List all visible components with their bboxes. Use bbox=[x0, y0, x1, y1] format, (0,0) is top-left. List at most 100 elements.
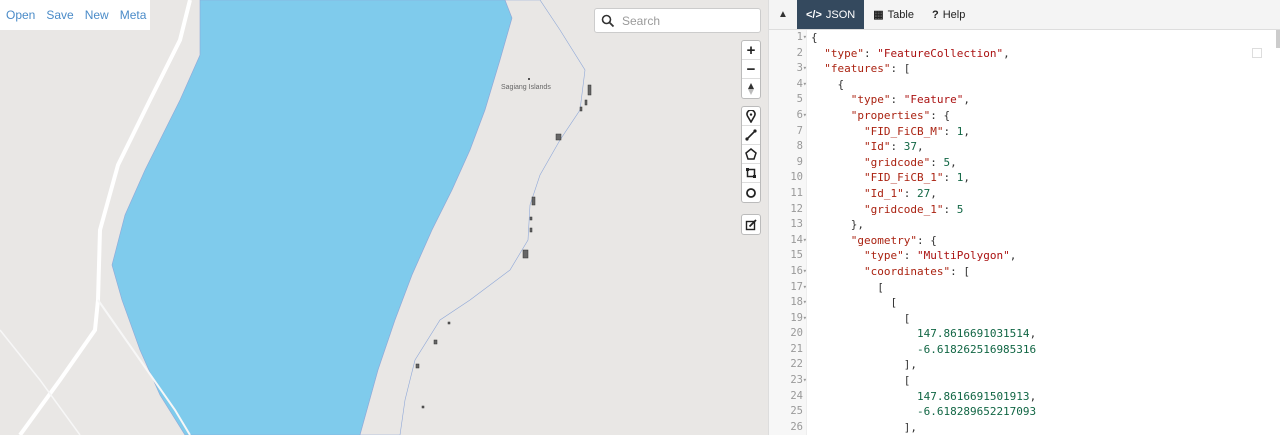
zoom-out-button[interactable]: − bbox=[742, 60, 760, 79]
fold-arrow-icon[interactable]: ▾ bbox=[803, 77, 807, 93]
line-number: 17 ▾ bbox=[769, 280, 807, 296]
plus-icon: + bbox=[746, 41, 756, 59]
code-line[interactable]: "type": "FeatureCollection", bbox=[811, 46, 1280, 62]
code-line[interactable]: [ bbox=[811, 373, 1280, 389]
line-number: 23 ▾ bbox=[769, 373, 807, 389]
search-icon bbox=[601, 14, 615, 27]
tab-help[interactable]: ? Help bbox=[923, 0, 974, 29]
code-line[interactable]: }, bbox=[811, 217, 1280, 233]
code-line[interactable]: "features": [ bbox=[811, 61, 1280, 77]
line-number: 13 bbox=[790, 218, 803, 231]
tab-json[interactable]: </> JSON bbox=[797, 0, 865, 29]
line-number: 4 ▾ bbox=[769, 77, 807, 93]
search-input[interactable] bbox=[622, 13, 752, 28]
fold-arrow-icon[interactable]: ▾ bbox=[803, 108, 807, 124]
code-line[interactable]: "geometry": { bbox=[811, 233, 1280, 249]
line-number: 5 bbox=[796, 93, 803, 106]
menu-open[interactable]: Open bbox=[6, 8, 35, 22]
code-line[interactable]: ], bbox=[811, 420, 1280, 435]
compass-icon bbox=[748, 82, 754, 95]
code-line[interactable]: { bbox=[811, 77, 1280, 93]
code-line[interactable]: "type": "MultiPolygon", bbox=[811, 248, 1280, 264]
line-number: 20 bbox=[790, 327, 803, 340]
draw-rectangle-button[interactable] bbox=[742, 164, 760, 183]
code-line[interactable]: 147.8616691031514, bbox=[811, 326, 1280, 342]
code-line[interactable]: [ bbox=[811, 311, 1280, 327]
code-icon: </> bbox=[806, 8, 822, 21]
code-line[interactable]: ], bbox=[811, 357, 1280, 373]
code-line[interactable]: "type": "Feature", bbox=[811, 92, 1280, 108]
draw-circle-button[interactable] bbox=[742, 183, 760, 202]
help-icon: ? bbox=[931, 8, 939, 21]
tab-table[interactable]: ▦ Table bbox=[864, 0, 923, 29]
line-number: 16 ▾ bbox=[769, 264, 807, 280]
menu-new[interactable]: New bbox=[85, 8, 109, 22]
line-number: 18 ▾ bbox=[769, 295, 807, 311]
code-line[interactable]: { bbox=[811, 30, 1280, 46]
circle-icon bbox=[746, 187, 756, 198]
place-label: Sagiang Islands bbox=[501, 84, 551, 91]
line-number: 22 bbox=[790, 358, 803, 371]
edit-layers-button[interactable] bbox=[742, 215, 760, 234]
map-view[interactable]: Sagiang Islands Open Save New Meta + − bbox=[0, 0, 768, 435]
line-number: 24 bbox=[790, 389, 803, 402]
code-line[interactable]: "Id": 37, bbox=[811, 139, 1280, 155]
line-number: 9 bbox=[796, 155, 803, 168]
file-menu: Open Save New Meta bbox=[0, 0, 150, 30]
json-editor[interactable]: 1 ▾ 2 3 ▾ 4 ▾ 5 6 ▾ 7 8 9 10 11 12 13 14 ▾ 15 16 ▾ 17 ▾ 18 ▾ 19 ▾ 20… bbox=[769, 30, 1280, 435]
code-line[interactable]: "gridcode": 5, bbox=[811, 155, 1280, 171]
reset-bearing-button[interactable] bbox=[742, 79, 760, 98]
line-number: 8 bbox=[796, 140, 803, 153]
road-minor bbox=[0, 329, 81, 435]
place-marker-dot bbox=[528, 78, 530, 80]
code-line[interactable]: "properties": { bbox=[811, 108, 1280, 124]
code-line[interactable]: "FID_FiCB_M": 1, bbox=[811, 124, 1280, 140]
code-line[interactable]: 147.8616691501913, bbox=[811, 389, 1280, 405]
line-number: 6 ▾ bbox=[769, 108, 807, 124]
code-content[interactable]: { "type": "FeatureCollection", "features… bbox=[811, 30, 1280, 435]
zoom-in-button[interactable]: + bbox=[742, 41, 760, 60]
tab-label: JSON bbox=[825, 8, 856, 21]
line-number: 15 bbox=[790, 249, 803, 262]
code-line[interactable]: [ bbox=[811, 295, 1280, 311]
line-number: 7 bbox=[796, 124, 803, 137]
draw-polygon-button[interactable] bbox=[742, 145, 760, 164]
side-panel: ▲ </> JSON ▦ Table ? Help 1 ▾ 2 3 ▾ 4 ▾ 5 6 ▾ 7 8 9 1… bbox=[768, 0, 1280, 435]
map-canvas[interactable] bbox=[0, 0, 768, 435]
zoom-control: + − bbox=[741, 40, 761, 99]
fold-arrow-icon[interactable]: ▾ bbox=[803, 30, 807, 46]
polygon-icon bbox=[745, 148, 757, 160]
draw-marker-button[interactable] bbox=[742, 107, 760, 126]
code-line[interactable]: -6.618289652217093 bbox=[811, 404, 1280, 420]
rectangle-icon bbox=[746, 168, 756, 178]
fold-arrow-icon[interactable]: ▾ bbox=[803, 373, 807, 389]
line-number: 26 bbox=[790, 420, 803, 433]
menu-meta[interactable]: Meta bbox=[120, 8, 147, 22]
line-number: 1 ▾ bbox=[769, 30, 807, 46]
copy-icon[interactable] bbox=[1252, 48, 1262, 58]
editor-scrollbar[interactable] bbox=[1276, 30, 1280, 48]
chevron-up-icon: ▲ bbox=[778, 9, 788, 20]
fold-arrow-icon[interactable]: ▾ bbox=[803, 280, 807, 296]
line-gutter: 1 ▾ 2 3 ▾ 4 ▾ 5 6 ▾ 7 8 9 10 11 12 13 14 ▾ 15 16 ▾ 17 ▾ 18 ▾ 19 ▾ 20… bbox=[769, 30, 807, 435]
code-line[interactable]: "coordinates": [ bbox=[811, 264, 1280, 280]
line-number: 11 bbox=[790, 186, 803, 199]
fold-arrow-icon[interactable]: ▾ bbox=[803, 233, 807, 249]
menu-save[interactable]: Save bbox=[46, 8, 73, 22]
fold-arrow-icon[interactable]: ▾ bbox=[803, 295, 807, 311]
code-line[interactable]: "FID_FiCB_1": 1, bbox=[811, 170, 1280, 186]
code-line[interactable]: "Id_1": 27, bbox=[811, 186, 1280, 202]
line-number: 19 ▾ bbox=[769, 311, 807, 327]
code-line[interactable]: [ bbox=[811, 280, 1280, 296]
draw-line-button[interactable] bbox=[742, 126, 760, 145]
fold-arrow-icon[interactable]: ▾ bbox=[803, 264, 807, 280]
code-line[interactable]: "gridcode_1": 5 bbox=[811, 202, 1280, 218]
collapse-panel-button[interactable]: ▲ bbox=[769, 0, 797, 29]
table-icon: ▦ bbox=[873, 9, 884, 21]
fold-arrow-icon[interactable]: ▾ bbox=[803, 311, 807, 327]
panel-tabs: ▲ </> JSON ▦ Table ? Help bbox=[769, 0, 1280, 30]
draw-control bbox=[741, 106, 761, 203]
search-box[interactable] bbox=[594, 8, 761, 33]
fold-arrow-icon[interactable]: ▾ bbox=[803, 61, 807, 77]
code-line[interactable]: -6.618262516985316 bbox=[811, 342, 1280, 358]
